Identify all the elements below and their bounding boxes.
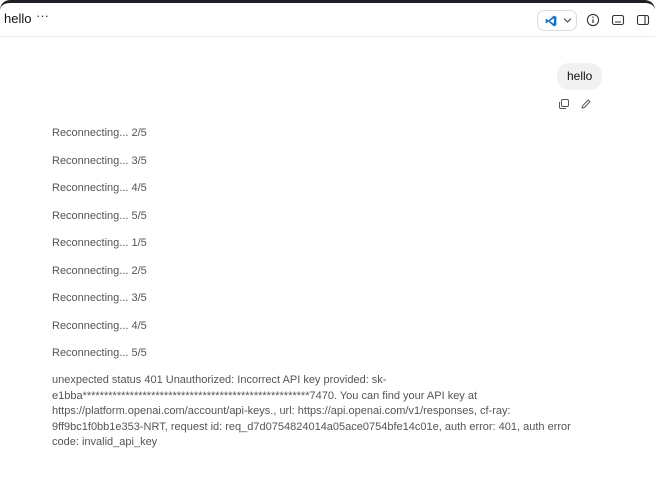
edit-icon[interactable] (580, 98, 592, 110)
user-message-bubble: hello (557, 63, 603, 90)
conversation-title: hello (4, 11, 32, 26)
log-line: Reconnecting... 3/5 (52, 292, 147, 304)
info-icon[interactable] (586, 13, 600, 27)
log-line: Reconnecting... 2/5 (52, 127, 147, 139)
log-line: Reconnecting... 5/5 (52, 347, 147, 359)
log-line: Reconnecting... 4/5 (52, 319, 147, 332)
assistant-log: Reconnecting... 2/5 Reconnecting... 3/5 … (52, 127, 592, 375)
sidebar-icon[interactable] (636, 13, 650, 27)
header-bar: hello ··· (0, 3, 655, 37)
log-line: Reconnecting... 5/5 (52, 209, 147, 222)
more-options-icon[interactable]: ··· (36, 9, 50, 23)
log-line: Reconnecting... 4/5 (52, 182, 147, 194)
vscode-icon (545, 15, 557, 27)
keyboard-icon[interactable] (611, 13, 625, 27)
model-selector[interactable] (537, 10, 577, 31)
log-line: Reconnecting... 1/5 (52, 237, 147, 249)
error-message: unexpected status 401 Unauthorized: Inco… (52, 374, 571, 448)
copy-icon[interactable] (558, 98, 570, 110)
log-line: Reconnecting... 2/5 (52, 264, 147, 277)
log-line: Reconnecting... 3/5 (52, 154, 147, 167)
chevron-down-icon (563, 18, 572, 23)
app-window: hello ··· hello Reconnecting... 2/5 Reco… (0, 0, 655, 500)
